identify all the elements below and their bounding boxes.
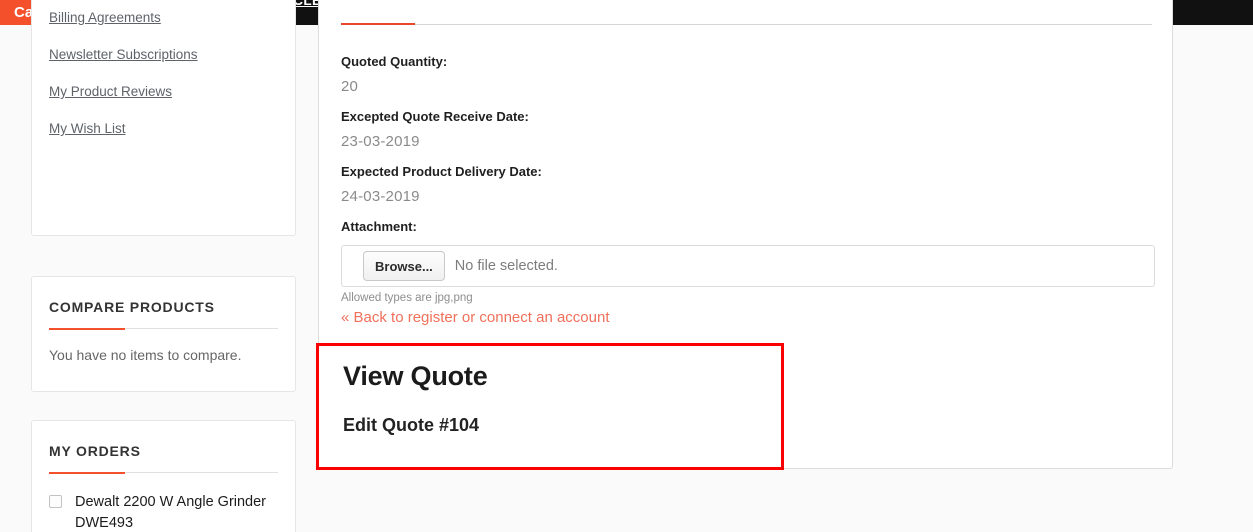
quote-fields: Quoted Quantity: 20 Excepted Quote Recei… xyxy=(341,53,1155,339)
section-heading-divider xyxy=(341,23,1152,25)
sidebar-item-newsletter-subscriptions[interactable]: Newsletter Subscriptions xyxy=(32,36,295,73)
browse-button[interactable]: Browse... xyxy=(363,251,445,281)
my-orders-block: MY ORDERS Dewalt 2200 W Angle Grinder DW… xyxy=(31,420,296,532)
order-item-name: Dewalt 2200 W Angle Grinder DWE493 xyxy=(75,494,267,531)
sidebar-link-billing-agreements[interactable]: Billing Agreements xyxy=(32,0,295,36)
field-expected-product-delivery-date: Expected Product Delivery Date: 24-03-20… xyxy=(341,163,1155,207)
list-item[interactable]: Dewalt 2200 W Angle Grinder DWE493 xyxy=(49,490,278,532)
my-orders-list: Dewalt 2200 W Angle Grinder DWE493 xyxy=(49,490,278,532)
account-navigation-list: My Downloadable Products Billing Agreeme… xyxy=(32,0,295,155)
attachment-label: Attachment: xyxy=(341,219,417,234)
field-quoted-quantity: Quoted Quantity: 20 xyxy=(341,53,1155,97)
sidebar-link-my-product-reviews[interactable]: My Product Reviews xyxy=(32,73,295,110)
compare-products-divider xyxy=(49,328,278,330)
quote-details-card: Quoted Quantity: 20 Excepted Quote Recei… xyxy=(318,0,1173,469)
compare-products-empty-message: You have no items to compare. xyxy=(49,347,242,363)
field-label: Quoted Quantity: xyxy=(341,54,448,69)
view-quote-section: View Quote Edit Quote #104 xyxy=(343,359,793,437)
account-navigation-card: My Downloadable Products Billing Agreeme… xyxy=(31,0,296,236)
compare-products-block: COMPARE PRODUCTS You have no items to co… xyxy=(31,276,296,392)
field-value: 23-03-2019 xyxy=(341,133,420,150)
field-value: 24-03-2019 xyxy=(341,188,420,205)
my-orders-title: MY ORDERS xyxy=(49,443,141,459)
my-orders-divider xyxy=(49,472,278,474)
attachment-file-input[interactable]: Browse... No file selected. xyxy=(341,245,1155,287)
sidebar-item-billing-agreements[interactable]: Billing Agreements xyxy=(32,0,295,36)
back-to-register-link[interactable]: « Back to register or connect an account xyxy=(341,306,609,328)
page-title: View Quote xyxy=(343,361,488,391)
field-label: Expected Product Delivery Date: xyxy=(341,164,542,179)
order-item-checkbox[interactable] xyxy=(49,495,62,508)
field-value: 20 xyxy=(341,78,359,95)
attachment-allowed-types-hint: Allowed types are jpg,png xyxy=(341,292,473,304)
page-root: Category ▼ HOME STOCK CLEARANCE OIL & GA… xyxy=(0,0,1253,532)
sidebar-link-my-wish-list[interactable]: My Wish List xyxy=(32,110,295,147)
sidebar-item-my-wish-list[interactable]: My Wish List xyxy=(32,110,295,147)
field-label: Excepted Quote Receive Date: xyxy=(341,109,529,124)
field-expected-quote-receive-date: Excepted Quote Receive Date: 23-03-2019 xyxy=(341,108,1155,152)
compare-products-title: COMPARE PRODUCTS xyxy=(49,299,215,315)
edit-quote-subtitle: Edit Quote #104 xyxy=(343,415,480,435)
sidebar-link-newsletter-subscriptions[interactable]: Newsletter Subscriptions xyxy=(32,36,295,73)
selected-file-name: No file selected. xyxy=(454,258,558,274)
sidebar-item-my-product-reviews[interactable]: My Product Reviews xyxy=(32,73,295,110)
sidebar: My Downloadable Products Billing Agreeme… xyxy=(0,0,296,532)
field-attachment: Attachment: Browse... No file selected. … xyxy=(341,218,1155,328)
